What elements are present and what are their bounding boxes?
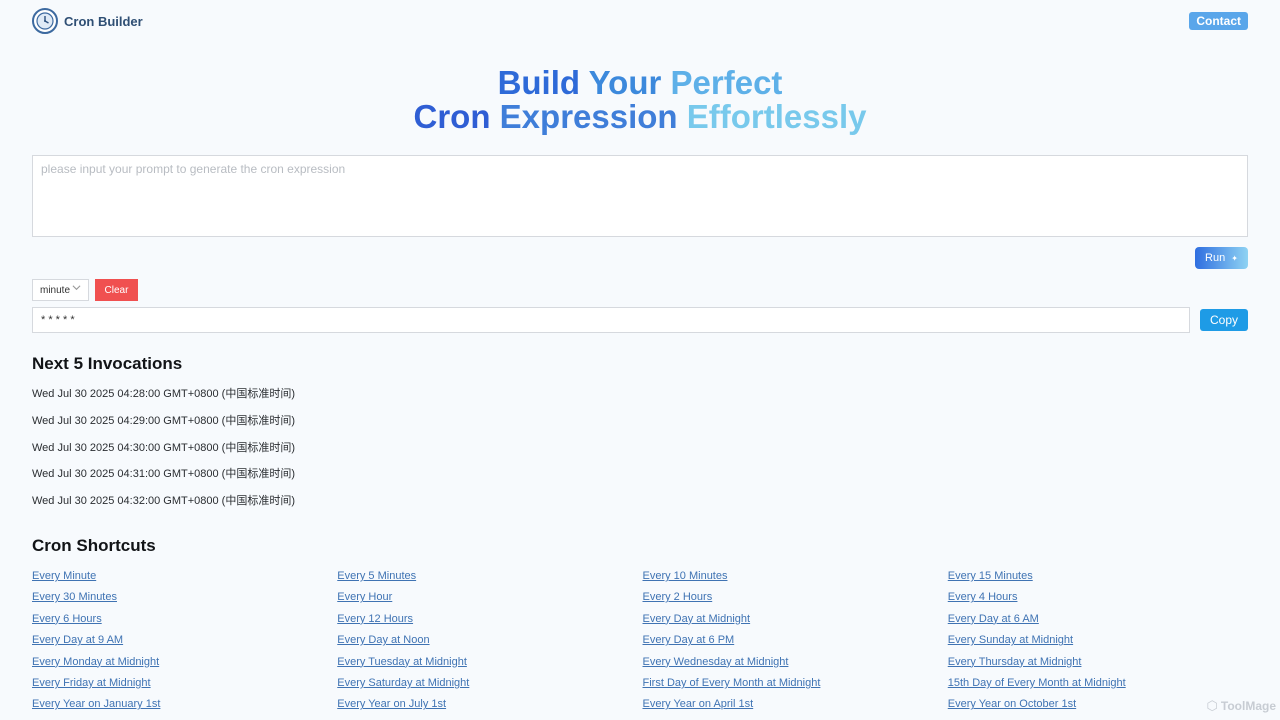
shortcut-link[interactable]: Every 2 Hours bbox=[643, 589, 948, 610]
shortcut-link[interactable]: Every Wednesday at Midnight bbox=[643, 654, 948, 675]
contact-button[interactable]: Contact bbox=[1189, 12, 1248, 30]
header: Cron Builder Contact bbox=[32, 8, 1248, 34]
hero-line-2: Cron Expression Effortlessly bbox=[0, 100, 1280, 134]
run-button[interactable]: Run ✦ bbox=[1195, 247, 1248, 269]
shortcut-link[interactable]: Every 5 Minutes bbox=[337, 568, 642, 589]
invocation-item: Wed Jul 30 2025 04:31:00 GMT+0800 (中国标准时… bbox=[32, 468, 296, 481]
hero-word: Build bbox=[497, 64, 581, 101]
shortcut-link[interactable]: Every 10 Minutes bbox=[643, 568, 948, 589]
shortcut-link[interactable]: Every 6 Hours bbox=[32, 611, 337, 632]
shortcut-link[interactable]: Every Minute bbox=[32, 568, 337, 589]
shortcut-link[interactable]: 15th Day of Every Month at Midnight bbox=[948, 675, 1253, 696]
copy-button[interactable]: Copy bbox=[1200, 309, 1248, 331]
invocations-list: Wed Jul 30 2025 04:28:00 GMT+0800 (中国标准时… bbox=[32, 386, 295, 520]
shortcuts-title: Cron Shortcuts bbox=[32, 536, 156, 555]
shortcut-link[interactable]: First Day of Every Month at Midnight bbox=[643, 675, 948, 696]
shortcut-link[interactable]: Every Saturday at Midnight bbox=[337, 675, 642, 696]
invocation-item: Wed Jul 30 2025 04:32:00 GMT+0800 (中国标准时… bbox=[32, 495, 296, 508]
hero-word: Expression bbox=[499, 98, 678, 135]
shortcut-link[interactable]: Every Day at Midnight bbox=[643, 611, 948, 632]
toolmage-logo-icon: ⬡ bbox=[1206, 698, 1218, 713]
hero-word: Cron bbox=[413, 98, 491, 135]
shortcut-link[interactable]: Every Day at 6 AM bbox=[948, 611, 1253, 632]
shortcut-link[interactable]: Every 30 Minutes bbox=[32, 589, 337, 610]
shortcut-link[interactable]: Every Year on July 1st bbox=[337, 696, 642, 717]
hero-title: Build Your Perfect Cron Expression Effor… bbox=[0, 66, 1280, 134]
shortcut-link[interactable]: Every Thursday at Midnight bbox=[948, 654, 1253, 675]
watermark-text: ToolMage bbox=[1220, 699, 1276, 713]
shortcut-link[interactable]: Every Day at Noon bbox=[337, 632, 642, 653]
sparkle-icon: ✦ bbox=[1231, 253, 1238, 263]
chevron-down-icon bbox=[72, 283, 81, 294]
brand[interactable]: Cron Builder bbox=[32, 8, 143, 34]
run-label: Run bbox=[1205, 252, 1226, 264]
shortcut-link[interactable]: Every 12 Hours bbox=[337, 611, 642, 632]
invocations-title: Next 5 Invocations bbox=[32, 354, 183, 373]
invocation-item: Wed Jul 30 2025 04:29:00 GMT+0800 (中国标准时… bbox=[32, 414, 296, 427]
shortcut-link[interactable]: Every Hour bbox=[337, 589, 642, 610]
hero-word: Effortlessly bbox=[686, 98, 867, 135]
shortcut-link[interactable]: Every Tuesday at Midnight bbox=[337, 654, 642, 675]
shortcut-link[interactable]: Every Friday at Midnight bbox=[32, 675, 337, 696]
unit-select[interactable]: minute bbox=[32, 279, 89, 301]
shortcuts-grid: Every Minute Every 5 Minutes Every 10 Mi… bbox=[32, 568, 1253, 718]
watermark: ⬡ ToolMage bbox=[1207, 698, 1276, 714]
hero-word: Your bbox=[588, 64, 662, 101]
shortcut-link[interactable]: Every Year on April 1st bbox=[643, 696, 948, 717]
shortcut-link[interactable]: Every Monday at Midnight bbox=[32, 654, 337, 675]
brand-name: Cron Builder bbox=[64, 13, 143, 29]
prompt-input[interactable] bbox=[32, 155, 1248, 237]
shortcut-link[interactable]: Every Sunday at Midnight bbox=[948, 632, 1253, 653]
invocation-item: Wed Jul 30 2025 04:30:00 GMT+0800 (中国标准时… bbox=[32, 441, 296, 454]
hero-line-1: Build Your Perfect bbox=[0, 66, 1280, 100]
cron-expression-input[interactable] bbox=[32, 307, 1190, 333]
clear-button[interactable]: Clear bbox=[95, 279, 138, 301]
invocation-item: Wed Jul 30 2025 04:28:00 GMT+0800 (中国标准时… bbox=[32, 388, 296, 400]
shortcut-link[interactable]: Every 4 Hours bbox=[948, 589, 1253, 610]
shortcut-link[interactable]: Every Day at 6 PM bbox=[643, 632, 948, 653]
clock-icon bbox=[32, 8, 58, 34]
shortcut-link[interactable]: Every Day at 9 AM bbox=[32, 632, 337, 653]
shortcut-link[interactable]: Every 15 Minutes bbox=[948, 568, 1253, 589]
unit-select-value: minute bbox=[40, 284, 71, 296]
shortcut-link[interactable]: Every Year on January 1st bbox=[32, 696, 337, 717]
hero-word: Perfect bbox=[670, 64, 783, 101]
